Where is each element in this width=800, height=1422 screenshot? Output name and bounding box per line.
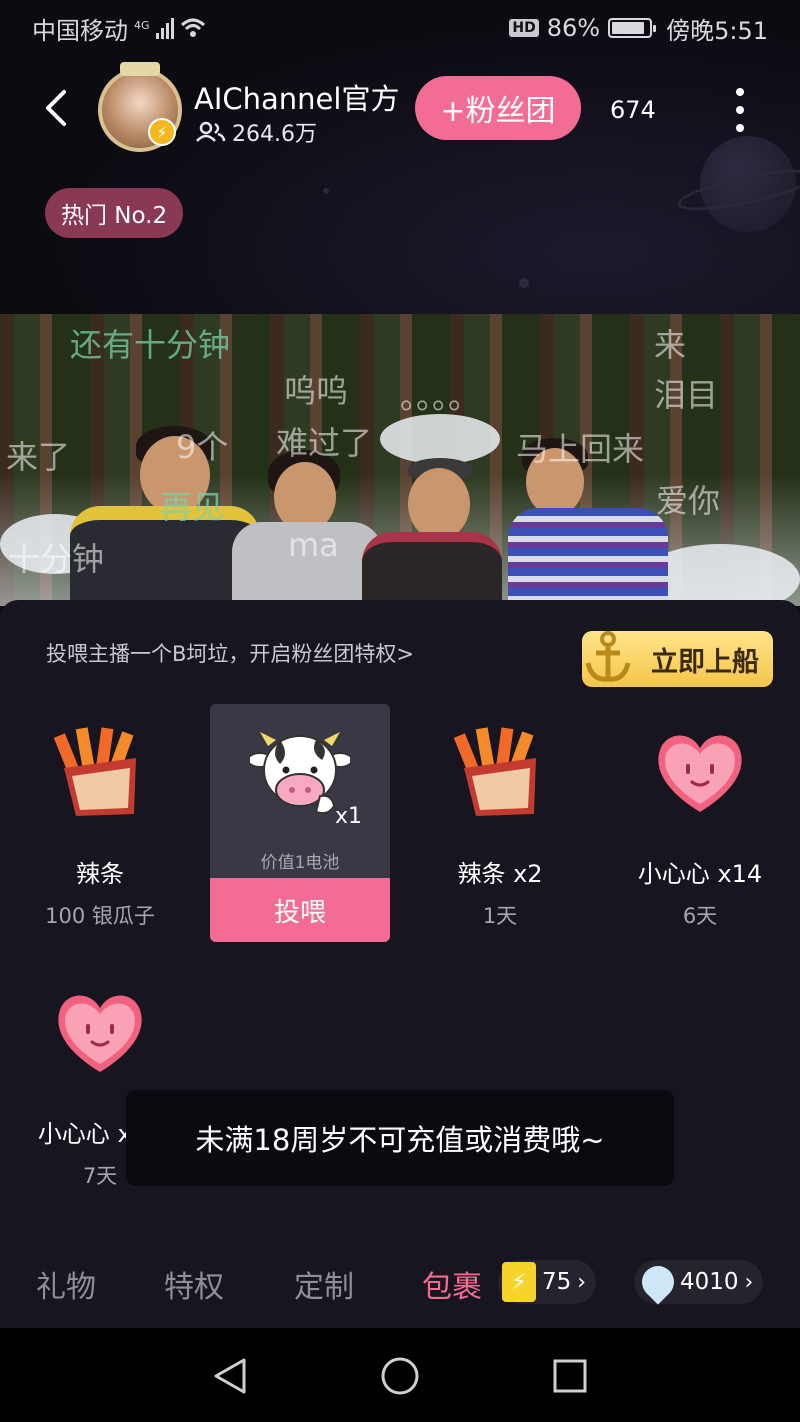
verified-icon: ⚡ [148, 118, 176, 146]
more-menu-button[interactable] [726, 88, 754, 132]
nav-home-button[interactable] [376, 1352, 424, 1400]
chevron-left-icon [46, 90, 66, 126]
danmaku: ma [288, 526, 339, 564]
battery-percent: 86% [546, 14, 601, 42]
chevron-right-icon: › [577, 1269, 587, 1295]
viewer-count[interactable]: 674 [610, 96, 656, 124]
nav-back-button[interactable] [206, 1352, 254, 1400]
star-dot [323, 188, 329, 194]
board-ship-label: 立即上船 [651, 646, 759, 678]
danmaku: 难过了 [276, 424, 373, 462]
gift-item-cow[interactable]: x1 价值1电池 投喂 [210, 704, 390, 942]
danmaku: 来 [654, 326, 687, 364]
danmaku: 爱你 [656, 482, 721, 520]
battery-balance-value: 75 [542, 1269, 572, 1295]
battery-icon [608, 18, 657, 38]
gift-name: 辣条 [76, 860, 124, 888]
tab-package[interactable]: 包裹 [422, 1262, 482, 1306]
fans-value: 264.6万 [232, 122, 317, 147]
danmaku: 来了 [6, 438, 71, 476]
live-header: ⚡ AIChannel官方 264.6万 +粉丝团 674 [0, 62, 800, 158]
danmaku: 9个 [176, 428, 229, 466]
heart-icon [58, 995, 142, 1072]
tab-privileges[interactable]: 特权 [164, 1262, 224, 1306]
tab-custom[interactable]: 定制 [294, 1262, 354, 1306]
gift-panel: 投喂主播一个B坷垃，开启粉丝团特权> 立即上船 辣条 100 银瓜子 x1 价值… [0, 600, 800, 1328]
feed-button[interactable]: 投喂 [210, 878, 390, 942]
users-icon [196, 121, 226, 142]
danmaku: 。。。。 [400, 378, 481, 416]
danmaku: 再见 [160, 488, 225, 526]
silver-balance-value: 4010 [680, 1269, 739, 1295]
gift-item-latiao[interactable]: 辣条 100 银瓜子 [10, 704, 190, 944]
system-nav-bar [0, 1328, 800, 1422]
fans-count: 264.6万 [196, 116, 317, 148]
silver-drop-icon [635, 1259, 681, 1305]
star-dot [519, 278, 529, 288]
danmaku: 十分钟 [8, 540, 105, 578]
gift-price: 100 银瓜子 [45, 904, 155, 928]
gift-expiry: 1天 [482, 904, 518, 928]
clock: 傍晚5:51 [666, 16, 768, 45]
panel-tabs: 礼物 特权 定制 包裹 ⚡ 75 › 4010 › [0, 1252, 800, 1312]
gift-item-latiao-x2[interactable]: 辣条 x2 1天 [410, 704, 590, 944]
anchor-icon [578, 627, 638, 689]
gift-expiry: 6天 [682, 904, 718, 928]
gift-name: 小心心 x14 [637, 860, 763, 888]
avatar-frame-icon [120, 62, 160, 76]
square-recents-icon [553, 1359, 587, 1393]
network-label: 4G [134, 18, 150, 32]
channel-name[interactable]: AIChannel官方 [194, 76, 399, 118]
heart-icon [658, 735, 742, 812]
silver-balance-button[interactable]: 4010 › [634, 1259, 764, 1305]
top-area: 中国移动 4G HD 86% 傍晚5:51 ⚡ AIChannel官方 264.… [0, 0, 800, 314]
live-video[interactable]: 还有十分钟 呜呜 难过了 。。。。 来 泪目 来了 再见 爱你 十分钟 马上回来… [0, 314, 800, 606]
circle-home-icon [381, 1357, 419, 1395]
back-button[interactable] [36, 84, 76, 132]
nav-recents-button[interactable] [546, 1352, 594, 1400]
wifi-icon [180, 18, 205, 37]
chevron-right-icon: › [744, 1269, 754, 1295]
signal-icon [155, 17, 174, 39]
gift-value: 价值1电池 [260, 853, 340, 873]
carrier-label: 中国移动 [32, 16, 128, 45]
gift-name: 辣条 x2 [457, 860, 543, 888]
board-ship-button[interactable]: 立即上船 [582, 631, 773, 687]
danmaku: 泪目 [654, 376, 719, 414]
battery-bolt-icon: ⚡ [502, 1262, 536, 1302]
danmaku: 还有十分钟 [70, 326, 231, 364]
snow-patch [380, 414, 500, 464]
hot-rank-badge[interactable]: 热门 No.2 [45, 188, 184, 238]
hd-badge: HD [509, 19, 539, 37]
tab-gifts[interactable]: 礼物 [36, 1262, 96, 1306]
latiao-icon [53, 727, 136, 816]
gift-item-heart-x14[interactable]: 小心心 x14 6天 [610, 704, 790, 944]
danmaku: 马上回来 [516, 430, 645, 468]
triangle-back-icon [214, 1358, 246, 1394]
fan-club-tip-link[interactable]: 投喂主播一个B坷垃，开启粉丝团特权> [46, 638, 414, 668]
latiao-icon [453, 727, 536, 816]
danmaku: 呜呜 [284, 372, 349, 410]
age-restriction-toast: 未满18周岁不可充值或消费哦~ [126, 1090, 674, 1186]
battery-balance-button[interactable]: ⚡ 75 › [498, 1260, 597, 1304]
fan-club-button[interactable]: +粉丝团 [415, 76, 581, 140]
status-bar: 中国移动 4G HD 86% 傍晚5:51 [0, 0, 800, 56]
gift-quantity-badge: x1 [334, 804, 362, 829]
